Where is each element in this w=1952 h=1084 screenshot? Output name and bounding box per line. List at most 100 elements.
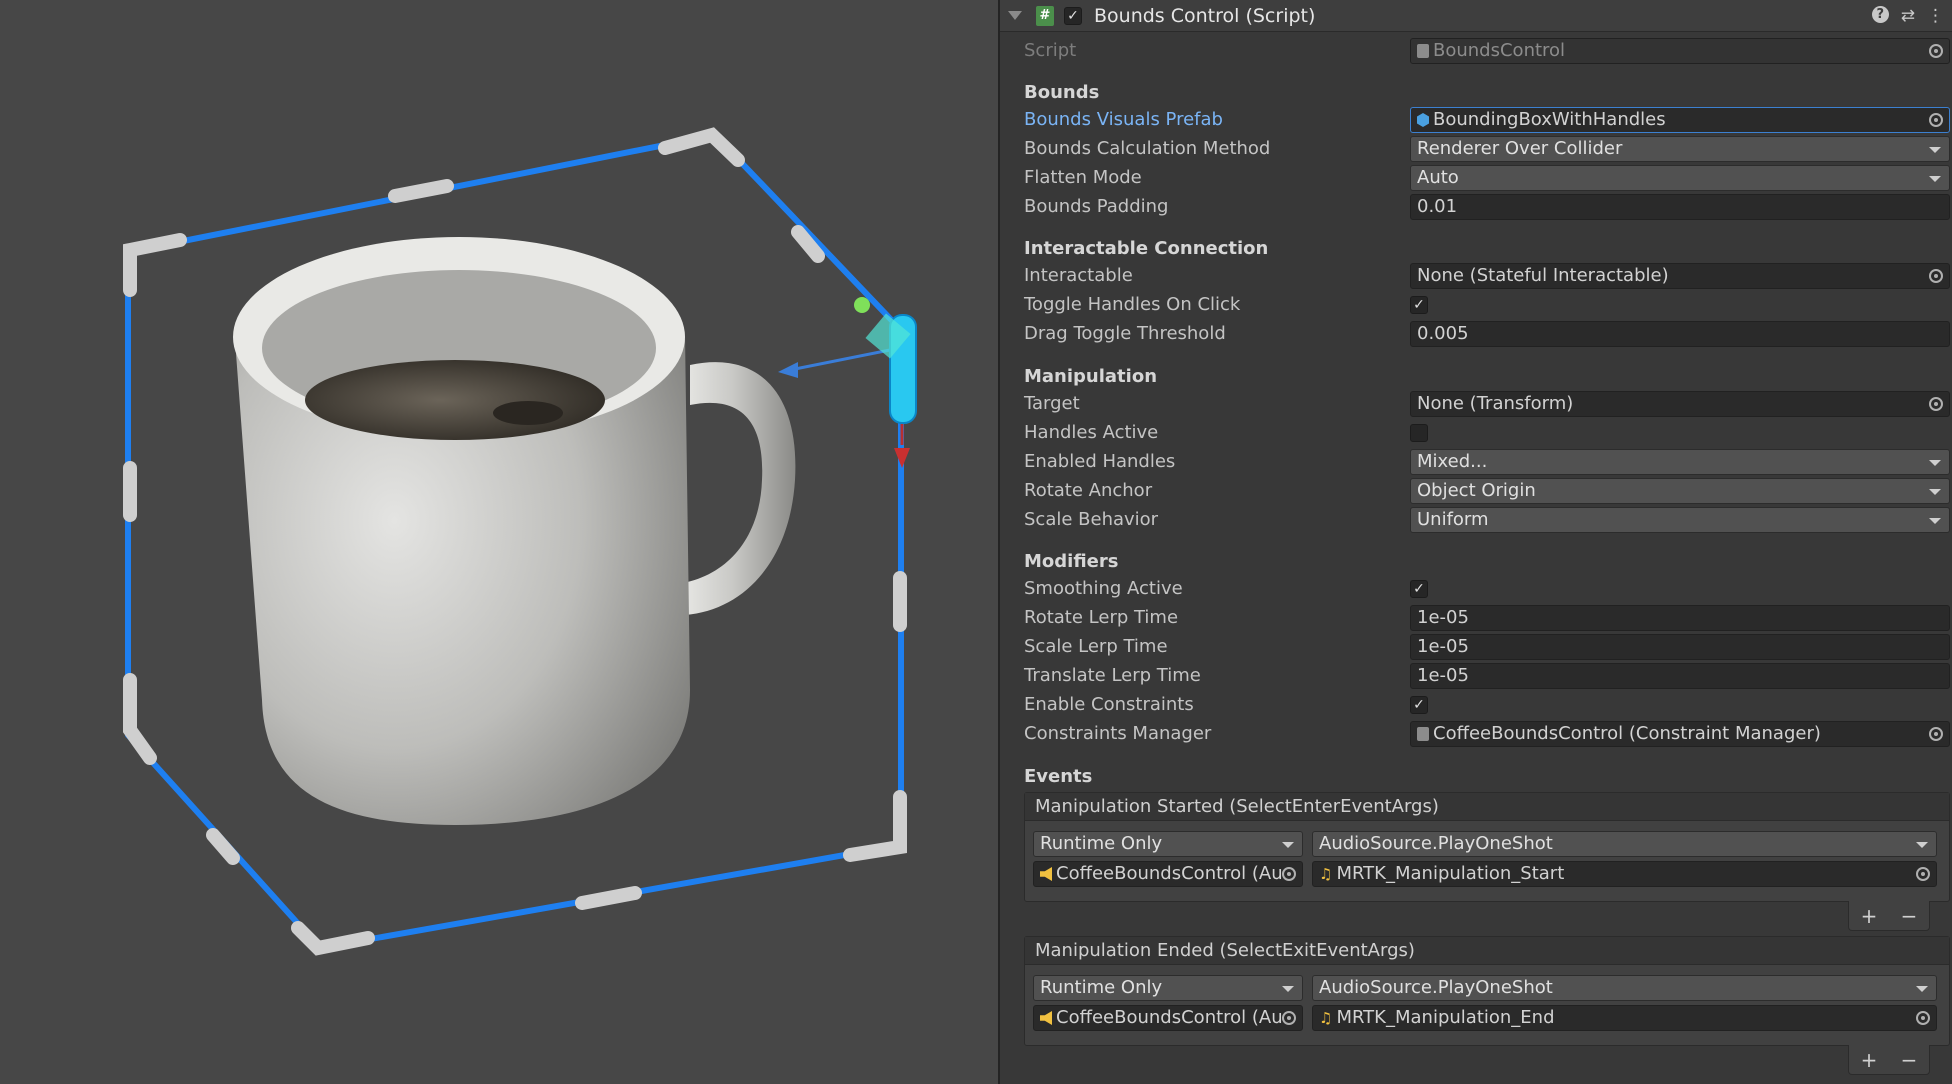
script-file-icon <box>1417 727 1429 741</box>
constraints-manager-row: Constraints Manager CoffeeBoundsControl … <box>1000 721 1952 747</box>
script-icon: # <box>1036 5 1054 26</box>
scale-lerp-input[interactable]: 1e-05 <box>1410 634 1950 660</box>
scene-canvas[interactable] <box>0 0 998 1084</box>
event-object-field[interactable]: CoffeeBoundsControl (Au <box>1033 861 1303 887</box>
audio-clip-icon: ♫ <box>1319 1009 1333 1027</box>
bounds-calc-method-label: Bounds Calculation Method <box>1024 138 1271 159</box>
rotate-anchor-dropdown[interactable]: Object Origin <box>1410 478 1950 504</box>
translate-lerp-input[interactable]: 1e-05 <box>1410 663 1950 689</box>
target-value: None (Transform) <box>1417 393 1574 414</box>
script-file-icon <box>1417 44 1429 58</box>
foldout-arrow-icon[interactable] <box>1008 11 1022 20</box>
help-icon[interactable]: ? <box>1871 6 1889 23</box>
flatten-mode-label: Flatten Mode <box>1024 167 1142 188</box>
handles-active-label: Handles Active <box>1024 422 1159 443</box>
toggle-handles-row: Toggle Handles On Click ✓ <box>1000 292 1952 318</box>
manipulation-started-event: Manipulation Started (SelectEnterEventAr… <box>1024 792 1950 902</box>
chevron-down-icon <box>1929 176 1941 182</box>
transform-gizmo[interactable] <box>778 297 917 468</box>
bounds-calc-method-value: Renderer Over Collider <box>1417 138 1623 159</box>
scale-lerp-row: Scale Lerp Time 1e-05 <box>1000 634 1952 660</box>
object-picker-icon[interactable] <box>1916 1011 1930 1025</box>
function-dropdown[interactable]: AudioSource.PlayOneShot <box>1312 831 1937 857</box>
chevron-down-icon <box>1929 518 1941 524</box>
prefab-icon <box>1417 113 1429 127</box>
event-list-controls: + − <box>1848 901 1930 931</box>
toggle-handles-checkbox[interactable]: ✓ <box>1410 296 1428 314</box>
coffee-mug[interactable] <box>233 237 796 826</box>
function-value: AudioSource.PlayOneShot <box>1319 833 1553 854</box>
object-picker-icon[interactable] <box>1916 867 1930 881</box>
manipulation-ended-title: Manipulation Ended (SelectExitEventArgs) <box>1025 937 1949 965</box>
flatten-mode-row: Flatten Mode Auto <box>1000 165 1952 191</box>
add-listener-button[interactable]: + <box>1861 1048 1878 1072</box>
scene-viewport[interactable] <box>0 0 998 1084</box>
object-picker-icon[interactable] <box>1282 1011 1296 1025</box>
bounds-padding-row: Bounds Padding 0.01 <box>1000 194 1952 220</box>
handles-active-row: Handles Active <box>1000 420 1952 446</box>
runtime-mode-value: Runtime Only <box>1040 977 1163 998</box>
handles-active-checkbox[interactable] <box>1410 424 1428 442</box>
scale-behavior-dropdown[interactable]: Uniform <box>1410 507 1950 533</box>
bounds-padding-label: Bounds Padding <box>1024 196 1169 217</box>
more-menu-icon[interactable]: ⋮ <box>1927 6 1944 26</box>
component-enabled-checkbox[interactable]: ✓ <box>1064 6 1082 25</box>
object-picker-icon[interactable] <box>1929 113 1943 127</box>
target-field[interactable]: None (Transform) <box>1410 391 1950 417</box>
bounds-visuals-prefab-field[interactable]: BoundingBoxWithHandles <box>1410 107 1950 133</box>
remove-listener-button[interactable]: − <box>1901 904 1918 928</box>
flatten-mode-dropdown[interactable]: Auto <box>1410 165 1950 191</box>
interactable-field[interactable]: None (Stateful Interactable) <box>1410 263 1950 289</box>
event-object-value: CoffeeBoundsControl (Au <box>1056 1007 1283 1028</box>
event-argument-field[interactable]: ♫ MRTK_Manipulation_End <box>1312 1005 1937 1031</box>
add-listener-button[interactable]: + <box>1861 904 1878 928</box>
event-argument-value: MRTK_Manipulation_End <box>1336 1007 1555 1028</box>
runtime-mode-dropdown[interactable]: Runtime Only <box>1033 831 1303 857</box>
bounds-calc-method-row: Bounds Calculation Method Renderer Over … <box>1000 136 1952 162</box>
drag-threshold-input[interactable]: 0.005 <box>1410 321 1950 347</box>
object-picker-icon[interactable] <box>1282 867 1296 881</box>
event-argument-value: MRTK_Manipulation_Start <box>1336 863 1565 884</box>
event-object-value: CoffeeBoundsControl (Au <box>1056 863 1283 884</box>
runtime-mode-value: Runtime Only <box>1040 833 1163 854</box>
rotate-lerp-row: Rotate Lerp Time 1e-05 <box>1000 605 1952 631</box>
rotate-lerp-input[interactable]: 1e-05 <box>1410 605 1950 631</box>
drag-threshold-label: Drag Toggle Threshold <box>1024 323 1226 344</box>
target-label: Target <box>1024 393 1080 414</box>
bounds-visuals-prefab-label: Bounds Visuals Prefab <box>1024 109 1223 130</box>
smoothing-active-checkbox[interactable]: ✓ <box>1410 580 1428 598</box>
constraints-manager-field[interactable]: CoffeeBoundsControl (Constraint Manager) <box>1410 721 1950 747</box>
scale-behavior-value: Uniform <box>1417 509 1489 530</box>
remove-listener-button[interactable]: − <box>1901 1048 1918 1072</box>
scale-behavior-row: Scale Behavior Uniform <box>1000 507 1952 533</box>
interactable-value: None (Stateful Interactable) <box>1417 265 1669 286</box>
audio-source-icon <box>1040 867 1052 881</box>
target-row: Target None (Transform) <box>1000 391 1952 417</box>
enable-constraints-checkbox[interactable]: ✓ <box>1410 696 1428 714</box>
chevron-down-icon <box>1916 986 1928 992</box>
scale-lerp-label: Scale Lerp Time <box>1024 636 1168 657</box>
section-events: Events <box>1024 766 1093 787</box>
object-picker-icon[interactable] <box>1929 397 1943 411</box>
rotate-anchor-row: Rotate Anchor Object Origin <box>1000 478 1952 504</box>
bounds-padding-input[interactable]: 0.01 <box>1410 194 1950 220</box>
smoothing-active-label: Smoothing Active <box>1024 578 1183 599</box>
object-picker-icon[interactable] <box>1929 269 1943 283</box>
runtime-mode-dropdown[interactable]: Runtime Only <box>1033 975 1303 1001</box>
rotate-anchor-label: Rotate Anchor <box>1024 480 1153 501</box>
object-picker-icon[interactable] <box>1929 727 1943 741</box>
function-dropdown[interactable]: AudioSource.PlayOneShot <box>1312 975 1937 1001</box>
event-argument-field[interactable]: ♫ MRTK_Manipulation_Start <box>1312 861 1937 887</box>
component-header[interactable]: # ✓ Bounds Control (Script) ? ⇄ ⋮ <box>1000 0 1952 32</box>
bounds-visuals-prefab-row: Bounds Visuals Prefab BoundingBoxWithHan… <box>1000 107 1952 133</box>
audio-source-icon <box>1040 1011 1052 1025</box>
event-object-field[interactable]: CoffeeBoundsControl (Au <box>1033 1005 1303 1031</box>
toggle-handles-label: Toggle Handles On Click <box>1024 294 1241 315</box>
section-manipulation: Manipulation <box>1024 366 1158 387</box>
enabled-handles-dropdown[interactable]: Mixed... <box>1410 449 1950 475</box>
rotate-anchor-value: Object Origin <box>1417 480 1536 501</box>
preset-icon[interactable]: ⇄ <box>1901 6 1915 26</box>
manipulation-started-title: Manipulation Started (SelectEnterEventAr… <box>1025 793 1949 821</box>
bounds-calc-method-dropdown[interactable]: Renderer Over Collider <box>1410 136 1950 162</box>
chevron-down-icon <box>1929 460 1941 466</box>
